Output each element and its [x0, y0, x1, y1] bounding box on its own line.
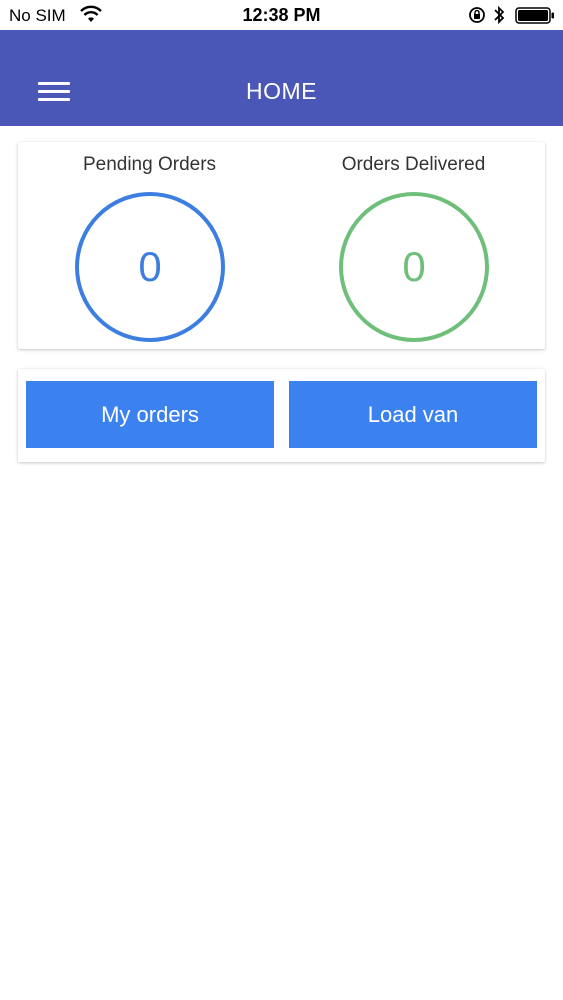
bluetooth-icon — [494, 5, 505, 25]
orders-delivered-count: 0 — [339, 192, 489, 342]
actions-card: My orders Load van — [18, 369, 545, 462]
status-bar: No SIM 12:38 PM — [0, 0, 563, 30]
orders-delivered-label: Orders Delivered — [341, 154, 486, 175]
page-title: HOME — [246, 78, 317, 104]
load-van-button[interactable]: Load van — [289, 381, 537, 448]
battery-icon — [515, 7, 554, 24]
stats-card: Pending Orders 0 Orders Delivered 0 — [18, 142, 545, 349]
app-header: HOME — [0, 30, 563, 126]
my-orders-button[interactable]: My orders — [26, 381, 274, 448]
orders-delivered-stat: Orders Delivered 0 — [282, 142, 545, 349]
pending-orders-count: 0 — [75, 192, 225, 342]
rotation-lock-icon — [469, 7, 485, 23]
pending-orders-label: Pending Orders — [82, 154, 217, 175]
pending-orders-stat: Pending Orders 0 — [18, 142, 281, 349]
